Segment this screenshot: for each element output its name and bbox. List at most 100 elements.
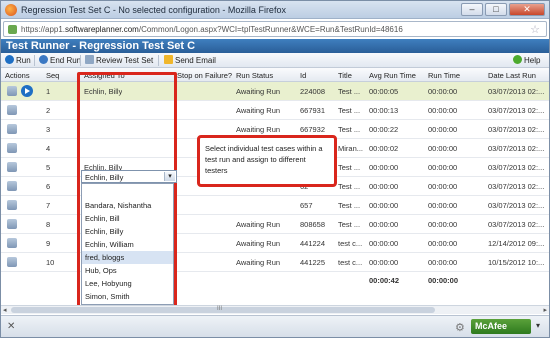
cell-avg-run-time: 00:00:00 (369, 163, 399, 172)
review-icon[interactable] (7, 219, 17, 229)
col-id[interactable]: Id (300, 71, 306, 80)
review-icon[interactable] (7, 105, 17, 115)
cell-seq: 5 (46, 163, 51, 172)
cell-date-last-run: 10/15/2012 10:... (488, 258, 545, 267)
toolbar-divider (158, 55, 159, 66)
cell-seq: 7 (46, 201, 51, 210)
cell-date-last-run: 03/07/2013 02:... (488, 182, 545, 191)
chevron-down-icon[interactable]: ▾ (536, 321, 540, 330)
dropdown-option[interactable]: Echlin, Billy (82, 225, 173, 238)
chevron-down-icon[interactable]: ▾ (164, 172, 175, 181)
cell-run-status: Awaiting Run (236, 125, 281, 134)
review-icon[interactable] (7, 181, 17, 191)
send-email-button[interactable]: Send Email (164, 55, 216, 66)
scrollbar-thumb[interactable] (11, 307, 435, 313)
help-button[interactable]: Help (513, 55, 540, 66)
review-icon[interactable] (7, 200, 17, 210)
cell-avg-run-time: 00:00:00 (369, 258, 399, 267)
cell-run-time: 00:00:00 (428, 220, 458, 229)
cell-run-time: 00:00:00 (428, 258, 458, 267)
cell-date-last-run: 03/07/2013 02:... (488, 125, 545, 134)
run-button[interactable]: Run (5, 55, 31, 66)
cell-title: Test ... (338, 87, 361, 96)
mcafee-badge[interactable]: McAfee (471, 319, 531, 334)
dropdown-option[interactable]: Lee, Hobyung (82, 277, 173, 290)
cell-run-time: 00:00:00 (428, 163, 458, 172)
col-actions[interactable]: Actions (5, 71, 30, 80)
cell-title: Miran... (338, 144, 364, 153)
cell-seq: 9 (46, 239, 51, 248)
play-icon[interactable] (21, 85, 33, 97)
col-date-last-run[interactable]: Date Last Run (488, 71, 536, 80)
cell-run-time: 00:00:00 (428, 201, 458, 210)
firefox-icon (5, 4, 17, 16)
total-avg-run-time: 00:00:42 (369, 276, 400, 285)
cell-id: 224008 (300, 87, 326, 96)
cell-seq: 8 (46, 220, 51, 229)
review-test-set-button[interactable]: Review Test Set (85, 55, 153, 66)
cell-date-last-run: 03/07/2013 02:... (488, 163, 545, 172)
col-run-time[interactable]: Run Time (428, 71, 460, 80)
dropdown-option[interactable]: fred, bloggs (82, 251, 173, 264)
review-icon[interactable] (7, 124, 17, 134)
cell-id: 441224 (300, 239, 326, 248)
cell-title: Test ... (338, 125, 361, 134)
close-button[interactable]: ✕ (509, 3, 545, 16)
dropdown-option[interactable]: Hub, Ops (82, 264, 173, 277)
cell-title: test c... (338, 239, 363, 248)
dropdown-option[interactable] (82, 186, 173, 199)
assignee-select[interactable]: Echlin, Billy ▾ (81, 170, 177, 183)
scroll-left-icon[interactable]: ◂ (3, 306, 7, 314)
horizontal-scrollbar[interactable]: ◂ III ▸ (1, 305, 549, 314)
bookmark-star-icon[interactable]: ☆ (530, 23, 540, 36)
cell-seq: 10 (46, 258, 55, 267)
cell-avg-run-time: 00:00:00 (369, 182, 399, 191)
review-icon[interactable] (7, 86, 17, 96)
dropdown-option[interactable]: Simon, Smith (82, 290, 173, 303)
review-icon[interactable] (7, 162, 17, 172)
close-icon[interactable]: ✕ (7, 321, 15, 332)
scroll-right-icon[interactable]: ▸ (543, 306, 547, 314)
dropdown-option[interactable]: Echlin, William (82, 238, 173, 251)
col-avg-run-time[interactable]: Avg Run Time (369, 71, 416, 80)
email-icon (164, 55, 173, 64)
maximize-button[interactable]: □ (485, 3, 507, 16)
col-run-status[interactable]: Run Status (236, 71, 273, 80)
toolbar-divider (80, 55, 81, 66)
review-icon[interactable] (7, 238, 17, 248)
cell-seq: 3 (46, 125, 51, 134)
scrollbar-grip: III (217, 306, 223, 312)
cell-title: Test ... (338, 220, 361, 229)
cell-run-time: 00:00:00 (428, 106, 458, 115)
cell-avg-run-time: 00:00:00 (369, 239, 399, 248)
cell-title: Test ... (338, 163, 361, 172)
status-bar: ✕ ⚙ McAfee ▾ (1, 315, 549, 337)
end-run-button[interactable]: End Run (39, 55, 81, 66)
dropdown-option[interactable]: Echlin, Bill (82, 212, 173, 225)
cell-date-last-run: 03/07/2013 02:... (488, 220, 545, 229)
cell-date-last-run: 12/14/2012 09:... (488, 239, 545, 248)
cell-run-time: 00:00:00 (428, 182, 458, 191)
minimize-button[interactable]: – (461, 3, 483, 16)
toolbar: Run End Run Review Test Set Send Email H… (1, 53, 549, 68)
cell-run-status: Awaiting Run (236, 220, 281, 229)
review-icon[interactable] (7, 143, 17, 153)
callout-text: Select individual test cases within a te… (205, 144, 323, 175)
col-stop-on-failure[interactable]: Stop on Failure? (177, 71, 232, 80)
cell-avg-run-time: 00:00:00 (369, 220, 399, 229)
dropdown-option[interactable]: Bandara, Nishantha (82, 199, 173, 212)
cell-run-status: Awaiting Run (236, 106, 281, 115)
col-title[interactable]: Title (338, 71, 352, 80)
total-run-time: 00:00:00 (428, 276, 459, 285)
secure-lock-icon (8, 25, 17, 34)
cell-title: test c... (338, 258, 363, 267)
col-seq[interactable]: Seq (46, 71, 59, 80)
cell-title: Test ... (338, 106, 361, 115)
cell-date-last-run: 03/07/2013 02:... (488, 201, 545, 210)
cell-title: Test ... (338, 201, 361, 210)
cell-date-last-run: 03/07/2013 02:... (488, 144, 545, 153)
address-bar[interactable]: https://app1.softwareplanner.com/Common/… (3, 21, 547, 37)
gear-icon[interactable]: ⚙ (455, 321, 465, 334)
cell-date-last-run: 03/07/2013 02:... (488, 106, 545, 115)
review-icon[interactable] (7, 257, 17, 267)
